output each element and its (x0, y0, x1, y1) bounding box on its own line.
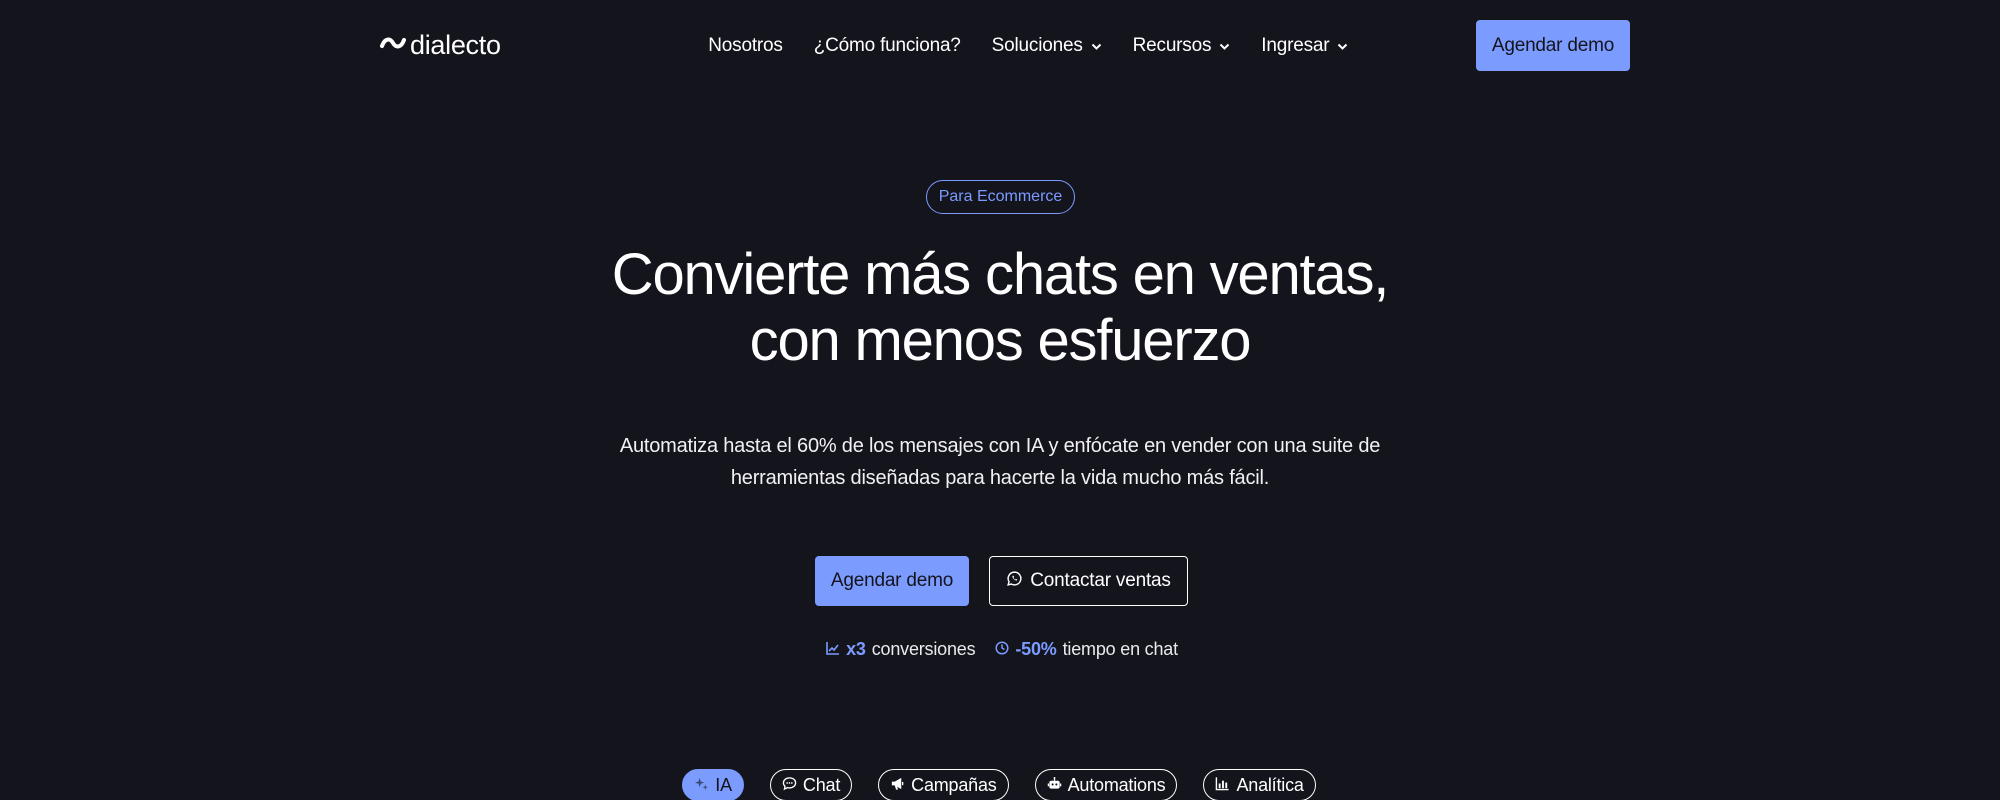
tab-label: Campañas (911, 774, 997, 795)
feature-tabs: IA Chat Campañas Automations Analítica (0, 769, 2000, 800)
tab-chat[interactable]: Chat (769, 769, 853, 800)
tilde-logo-icon (380, 35, 406, 56)
hero-subtitle-line: herramientas diseñadas para hacerte la v… (730, 467, 1270, 489)
robot-icon (1047, 775, 1062, 796)
nav-item-recursos[interactable]: Recursos (1133, 35, 1231, 57)
megaphone-icon (890, 775, 905, 796)
chevron-down-icon (1219, 35, 1230, 57)
tab-label: Automations (1067, 774, 1166, 795)
audience-badge: Para Ecommerce (926, 180, 1075, 214)
stat-value: x3 (846, 639, 866, 659)
logo-text: dialecto (410, 30, 501, 60)
hero-subtitle-line: Automatiza hasta el 60% de los mensajes … (619, 435, 1381, 457)
whatsapp-icon (1006, 570, 1023, 593)
header-agendar-demo-button[interactable]: Agendar demo (1475, 20, 1630, 71)
tab-campanas[interactable]: Campañas (878, 769, 1009, 800)
main-nav: Nosotros ¿Cómo funciona? Soluciones Recu… (708, 35, 1348, 57)
logo[interactable]: dialecto (380, 30, 501, 61)
tab-ia[interactable]: IA (682, 769, 744, 800)
hero-title-line: con menos esfuerzo (749, 308, 1252, 373)
agendar-demo-button[interactable]: Agendar demo (815, 556, 969, 606)
stat-conversiones: x3 conversiones (826, 639, 976, 660)
stat-value: -50% (1015, 639, 1057, 659)
bar-chart-icon (1215, 775, 1230, 796)
stat-label: conversiones (871, 639, 976, 659)
stat-tiempo-en-chat: -50% tiempo en chat (995, 639, 1178, 660)
nav-item-label: ¿Cómo funciona? (813, 34, 961, 56)
sparkles-icon (694, 775, 709, 796)
nav-item-soluciones[interactable]: Soluciones (992, 35, 1102, 57)
nav-item-ingresar[interactable]: Ingresar (1261, 35, 1348, 57)
chevron-down-icon (1091, 35, 1102, 57)
hero-stats: x3 conversiones -50% tiempo en chat (0, 639, 2000, 660)
hero-title: Convierte más chats en ventas, con menos… (0, 242, 2000, 374)
tab-label: Chat (802, 774, 841, 795)
tab-label: Analítica (1236, 774, 1304, 795)
tab-analitica[interactable]: Analítica (1203, 769, 1316, 800)
chart-line-icon (826, 639, 840, 660)
nav-item-nosotros[interactable]: Nosotros (708, 34, 783, 57)
hero-cta-row: Agendar demo Contactar ventas (0, 556, 2000, 606)
nav-item-label: Soluciones (991, 34, 1083, 56)
nav-item-como-funciona[interactable]: ¿Cómo funciona? (814, 35, 961, 57)
nav-item-label: Nosotros (708, 34, 783, 56)
chevron-down-icon (1337, 35, 1348, 57)
top-navbar: dialecto Nosotros ¿Cómo funciona? Soluci… (380, 20, 1630, 71)
chat-bubble-icon (782, 775, 797, 796)
landing-page: dialecto Nosotros ¿Cómo funciona? Soluci… (0, 0, 2000, 800)
contactar-ventas-button[interactable]: Contactar ventas (989, 556, 1188, 606)
hero-title-line: Convierte más chats en ventas, (611, 242, 1390, 307)
clock-icon (995, 639, 1009, 660)
hero-subtitle: Automatiza hasta el 60% de los mensajes … (590, 430, 1410, 494)
nav-item-label: Ingresar (1261, 34, 1330, 56)
nav-item-label: Recursos (1132, 34, 1212, 56)
stat-label: tiempo en chat (1062, 639, 1178, 659)
tab-label: IA (715, 774, 732, 795)
contactar-ventas-label: Contactar ventas (1030, 570, 1171, 591)
tab-automations[interactable]: Automations (1034, 769, 1178, 800)
